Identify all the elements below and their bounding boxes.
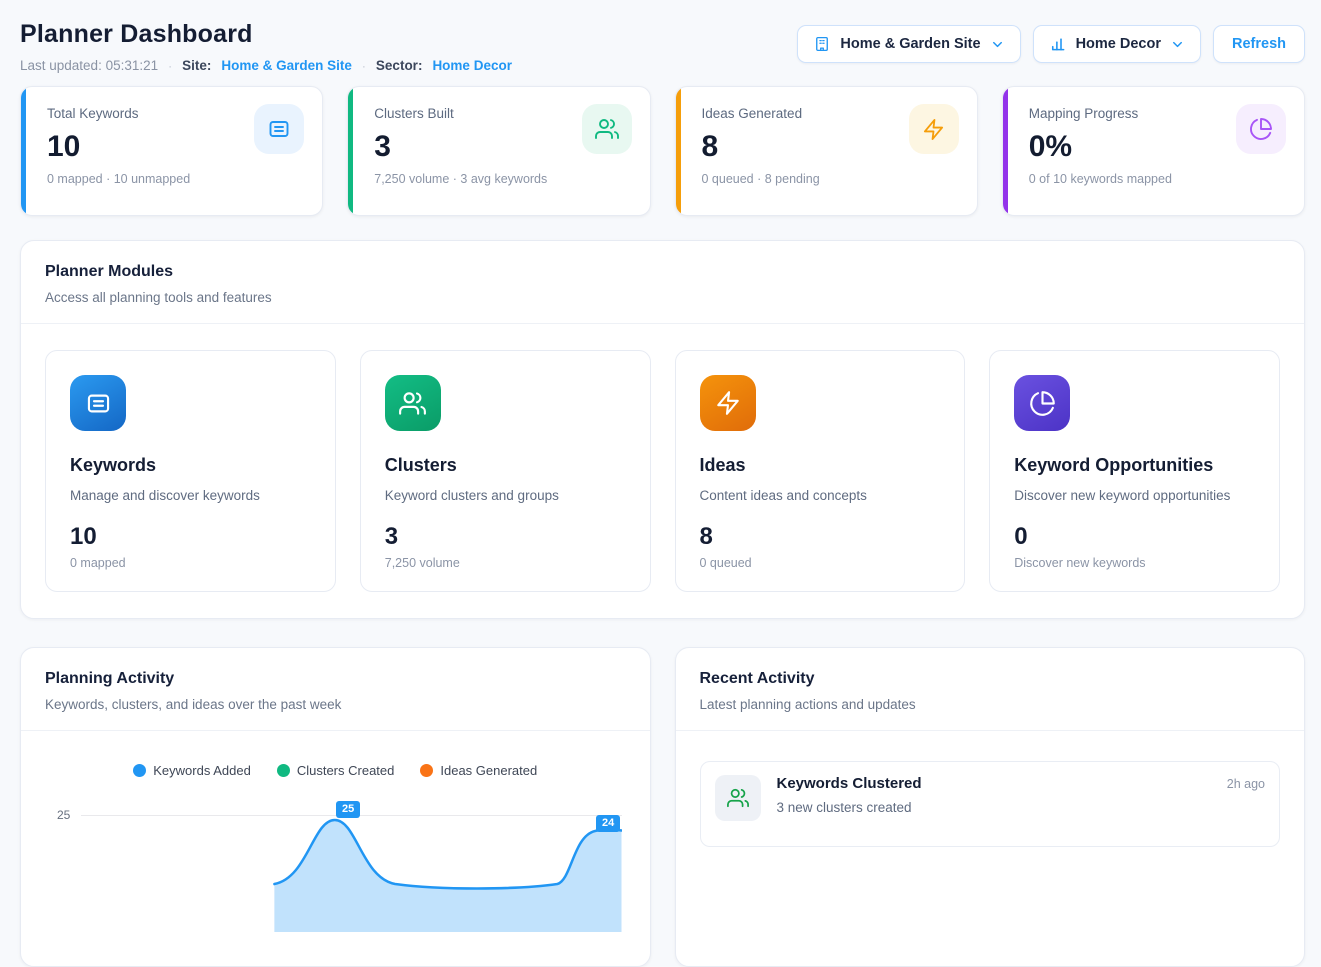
activity-time: 2h ago bbox=[1227, 775, 1265, 791]
planner-modules-panel: Planner Modules Access all planning tool… bbox=[20, 240, 1305, 619]
site-link[interactable]: Home & Garden Site bbox=[221, 58, 352, 73]
site-selector-dropdown[interactable]: Home & Garden Site bbox=[797, 25, 1020, 63]
activity-title: Keywords Clustered bbox=[777, 775, 922, 792]
stat-detail: 7,250 volume · 3 avg keywords bbox=[374, 172, 627, 186]
chevron-down-icon bbox=[990, 37, 1005, 52]
stat-card-total-keywords: Total Keywords 10 0 mapped · 10 unmapped bbox=[20, 86, 323, 216]
recent-activity-subtitle: Latest planning actions and updates bbox=[700, 697, 1281, 712]
modules-header: Planner Modules Access all planning tool… bbox=[21, 241, 1304, 323]
site-selector-label: Home & Garden Site bbox=[840, 36, 980, 52]
legend-label: Clusters Created bbox=[297, 763, 395, 778]
meta-separator: · bbox=[362, 59, 366, 73]
bottom-row: Planning Activity Keywords, clusters, an… bbox=[20, 647, 1305, 967]
module-detail: 7,250 volume bbox=[385, 556, 626, 570]
activity-description: 3 new clusters created bbox=[777, 800, 1266, 815]
chart-legend: Keywords Added Clusters Created Ideas Ge… bbox=[21, 731, 650, 778]
module-value: 3 bbox=[385, 523, 626, 551]
module-description: Keyword clusters and groups bbox=[385, 488, 626, 503]
module-value: 0 bbox=[1014, 523, 1255, 551]
planner-dashboard-page: Planner Dashboard Last updated: 05:31:21… bbox=[0, 0, 1321, 967]
modules-title: Planner Modules bbox=[45, 263, 1280, 281]
building-icon bbox=[813, 35, 831, 53]
activity-item-keywords-clustered: Keywords Clustered 2h ago 3 new clusters… bbox=[700, 761, 1281, 847]
sector-label: Sector: bbox=[376, 58, 423, 73]
modules-subtitle: Access all planning tools and features bbox=[45, 290, 1280, 305]
module-card-keyword-opportunities[interactable]: Keyword Opportunities Discover new keywo… bbox=[989, 350, 1280, 592]
sector-selector-dropdown[interactable]: Home Decor bbox=[1033, 25, 1201, 63]
header-controls: Home & Garden Site Home Decor Refresh bbox=[797, 20, 1305, 63]
recent-activity-title: Recent Activity bbox=[700, 670, 1281, 688]
site-label: Site: bbox=[182, 58, 211, 73]
planning-activity-title: Planning Activity bbox=[45, 670, 626, 688]
data-label: 25 bbox=[336, 801, 360, 818]
module-title: Keyword Opportunities bbox=[1014, 455, 1255, 476]
legend-dot-orange bbox=[420, 764, 433, 777]
recent-activity-header: Recent Activity Latest planning actions … bbox=[676, 648, 1305, 730]
planning-activity-chart: 25 25 24 bbox=[45, 792, 626, 932]
users-icon bbox=[385, 375, 441, 431]
document-icon bbox=[70, 375, 126, 431]
divider bbox=[676, 730, 1305, 731]
stat-detail: 0 mapped · 10 unmapped bbox=[47, 172, 300, 186]
stat-card-clusters-built: Clusters Built 3 7,250 volume · 3 avg ke… bbox=[347, 86, 650, 216]
module-description: Manage and discover keywords bbox=[70, 488, 311, 503]
meta-separator: · bbox=[168, 59, 172, 73]
sector-selector-label: Home Decor bbox=[1076, 36, 1161, 52]
bolt-icon bbox=[700, 375, 756, 431]
legend-dot-green bbox=[277, 764, 290, 777]
last-updated-text: Last updated: 05:31:21 bbox=[20, 58, 158, 73]
bolt-icon bbox=[909, 104, 959, 154]
module-title: Ideas bbox=[700, 455, 941, 476]
module-title: Clusters bbox=[385, 455, 626, 476]
module-card-clusters[interactable]: Clusters Keyword clusters and groups 3 7… bbox=[360, 350, 651, 592]
planning-activity-header: Planning Activity Keywords, clusters, an… bbox=[21, 648, 650, 730]
data-label: 24 bbox=[596, 815, 620, 832]
users-icon bbox=[582, 104, 632, 154]
page-title: Planner Dashboard bbox=[20, 20, 512, 49]
pie-chart-icon bbox=[1236, 104, 1286, 154]
module-title: Keywords bbox=[70, 455, 311, 476]
stat-card-mapping-progress: Mapping Progress 0% 0 of 10 keywords map… bbox=[1002, 86, 1305, 216]
chevron-down-icon bbox=[1170, 37, 1185, 52]
stat-detail: 0 queued · 8 pending bbox=[702, 172, 955, 186]
planning-activity-panel: Planning Activity Keywords, clusters, an… bbox=[20, 647, 651, 967]
pie-chart-icon bbox=[1014, 375, 1070, 431]
legend-label: Keywords Added bbox=[153, 763, 251, 778]
legend-label: Ideas Generated bbox=[440, 763, 537, 778]
header-left: Planner Dashboard Last updated: 05:31:21… bbox=[20, 20, 512, 73]
activity-body: Keywords Clustered 2h ago 3 new clusters… bbox=[777, 775, 1266, 815]
module-detail: 0 queued bbox=[700, 556, 941, 570]
recent-activity-panel: Recent Activity Latest planning actions … bbox=[675, 647, 1306, 967]
bar-chart-icon bbox=[1049, 35, 1067, 53]
legend-dot-blue bbox=[133, 764, 146, 777]
module-detail: Discover new keywords bbox=[1014, 556, 1255, 570]
module-detail: 0 mapped bbox=[70, 556, 311, 570]
document-icon bbox=[254, 104, 304, 154]
modules-grid: Keywords Manage and discover keywords 10… bbox=[21, 324, 1304, 618]
module-card-keywords[interactable]: Keywords Manage and discover keywords 10… bbox=[45, 350, 336, 592]
module-value: 8 bbox=[700, 523, 941, 551]
legend-item-keywords-added[interactable]: Keywords Added bbox=[133, 763, 251, 778]
stats-row: Total Keywords 10 0 mapped · 10 unmapped… bbox=[20, 86, 1305, 216]
stat-detail: 0 of 10 keywords mapped bbox=[1029, 172, 1282, 186]
module-description: Content ideas and concepts bbox=[700, 488, 941, 503]
sector-link[interactable]: Home Decor bbox=[432, 58, 512, 73]
legend-item-ideas-generated[interactable]: Ideas Generated bbox=[420, 763, 537, 778]
page-header: Planner Dashboard Last updated: 05:31:21… bbox=[20, 20, 1305, 73]
users-icon bbox=[715, 775, 761, 821]
header-meta: Last updated: 05:31:21 · Site: Home & Ga… bbox=[20, 58, 512, 73]
y-axis-tick: 25 bbox=[57, 808, 70, 822]
module-card-ideas[interactable]: Ideas Content ideas and concepts 8 0 que… bbox=[675, 350, 966, 592]
module-value: 10 bbox=[70, 523, 311, 551]
module-description: Discover new keyword opportunities bbox=[1014, 488, 1255, 503]
legend-item-clusters-created[interactable]: Clusters Created bbox=[277, 763, 395, 778]
stat-card-ideas-generated: Ideas Generated 8 0 queued · 8 pending bbox=[675, 86, 978, 216]
refresh-button[interactable]: Refresh bbox=[1213, 25, 1305, 63]
planning-activity-subtitle: Keywords, clusters, and ideas over the p… bbox=[45, 697, 626, 712]
